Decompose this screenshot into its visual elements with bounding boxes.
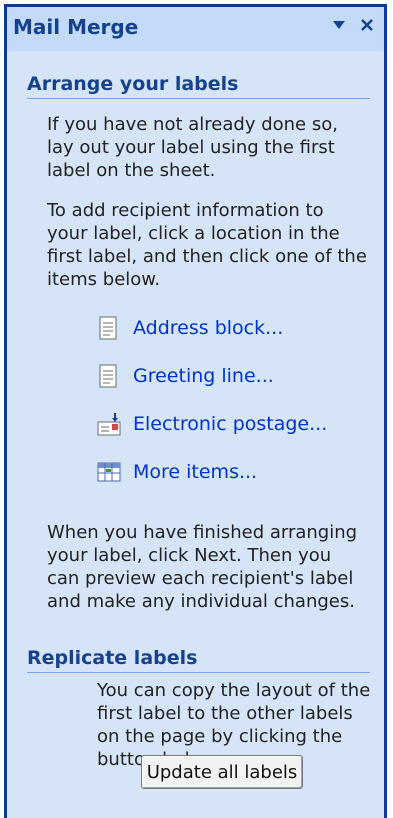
mail-merge-task-pane: Mail Merge Arrange your labels If you ha… <box>4 4 387 818</box>
postage-icon <box>97 412 121 436</box>
task-pane-titlebar: Mail Merge <box>7 7 384 51</box>
document-icon <box>97 364 121 388</box>
address-block-link[interactable]: Address block... <box>97 313 283 343</box>
more-items-label[interactable]: More items... <box>133 461 257 483</box>
close-icon[interactable] <box>355 13 379 37</box>
database-fields-icon <box>97 460 121 484</box>
arrange-instructions-text: To add recipient information to your lab… <box>47 200 367 290</box>
arrange-intro-text: If you have not already done so, lay out… <box>47 114 338 181</box>
electronic-postage-label[interactable]: Electronic postage... <box>133 413 327 435</box>
arrange-labels-heading: Arrange your labels <box>27 73 370 99</box>
update-all-labels-button[interactable]: Update all labels <box>141 755 303 789</box>
address-block-label[interactable]: Address block... <box>133 317 283 339</box>
task-pane-content: Arrange your labels If you have not alre… <box>7 51 384 818</box>
replicate-labels-heading: Replicate labels <box>27 647 370 673</box>
task-pane-title: Mail Merge <box>13 15 139 39</box>
chevron-down-icon[interactable] <box>327 13 351 37</box>
greeting-line-label[interactable]: Greeting line... <box>133 365 274 387</box>
document-icon <box>97 316 121 340</box>
more-items-link[interactable]: More items... <box>97 457 257 487</box>
electronic-postage-link[interactable]: Electronic postage... <box>97 409 327 439</box>
arrange-finish-text: When you have finished arranging your la… <box>47 522 358 612</box>
greeting-line-link[interactable]: Greeting line... <box>97 361 274 391</box>
